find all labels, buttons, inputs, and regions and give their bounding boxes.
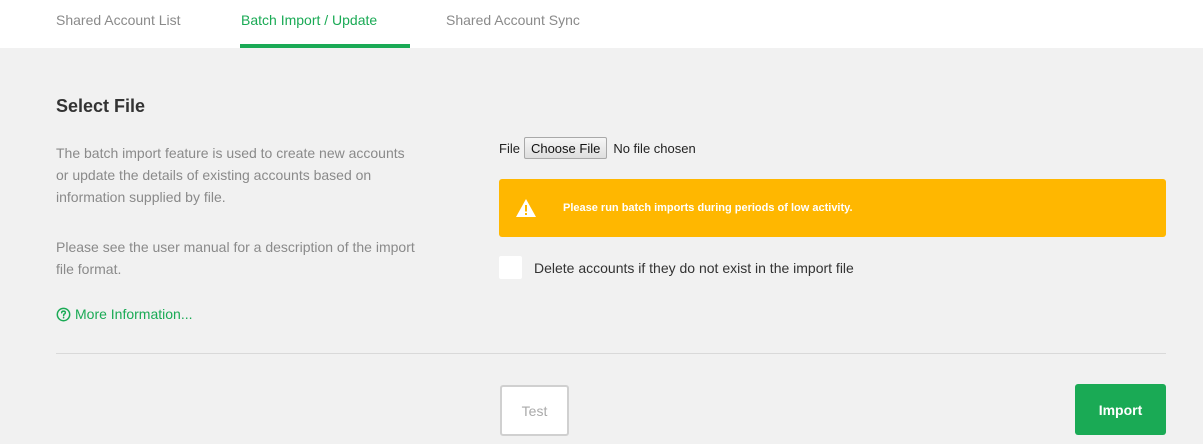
- delete-accounts-label: Delete accounts if they do not exist in …: [534, 259, 854, 276]
- warning-icon: [516, 199, 536, 217]
- more-information-label: More Information...: [75, 306, 193, 322]
- delete-accounts-option[interactable]: Delete accounts if they do not exist in …: [499, 256, 854, 279]
- tab-shared-account-list[interactable]: Shared Account List: [56, 12, 181, 28]
- file-label: File: [499, 140, 520, 156]
- help-circle-icon: [56, 307, 71, 321]
- more-information-link[interactable]: More Information...: [56, 306, 193, 322]
- warning-text: Please run batch imports during periods …: [563, 202, 853, 214]
- tab-shared-account-sync[interactable]: Shared Account Sync: [446, 12, 580, 28]
- tab-batch-import-update[interactable]: Batch Import / Update: [241, 12, 377, 28]
- file-input-row: File Choose File No file chosen: [499, 137, 696, 159]
- divider: [56, 353, 1166, 354]
- low-activity-warning: Please run batch imports during periods …: [499, 179, 1166, 237]
- choose-file-button[interactable]: Choose File: [523, 137, 608, 159]
- file-format-description: Please see the user manual for a descrip…: [56, 239, 415, 277]
- tab-bar: Shared Account List Batch Import / Updat…: [0, 0, 1203, 48]
- batch-import-description: The batch import feature is used to crea…: [56, 145, 405, 205]
- section-title: Select File: [56, 96, 146, 116]
- import-button[interactable]: Import: [1075, 384, 1166, 435]
- file-status: No file chosen: [613, 140, 696, 156]
- delete-accounts-checkbox[interactable]: [499, 256, 522, 279]
- test-button[interactable]: Test: [500, 385, 569, 436]
